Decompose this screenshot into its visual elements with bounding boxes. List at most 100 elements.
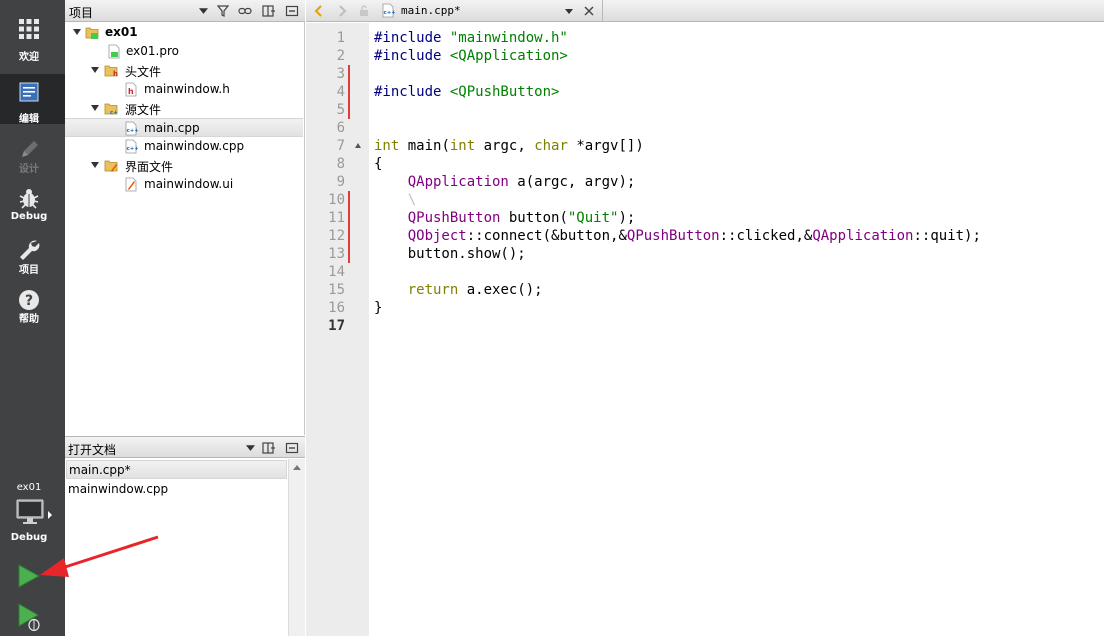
code-line[interactable]: } xyxy=(374,299,382,317)
editor-gutter[interactable]: 1 2 3 4 5 6 7 8 9 10 11 12 13 14 15 16 17 xyxy=(306,23,369,636)
svg-text:c++: c++ xyxy=(127,128,139,134)
mode-label: 设计 xyxy=(19,164,39,175)
open-documents-scrollbar[interactable] xyxy=(288,459,305,636)
mode-label: 欢迎 xyxy=(19,52,39,63)
change-marker xyxy=(348,227,350,245)
view-dropdown-arrow-icon[interactable] xyxy=(199,8,208,14)
mode-label: Debug xyxy=(10,211,48,222)
tree-item-header-file[interactable]: h mainwindow.h xyxy=(65,80,303,99)
grid-icon xyxy=(19,19,39,39)
line-number: 10 xyxy=(328,192,345,208)
code-line[interactable]: button.show(); xyxy=(374,245,526,263)
code-token: { xyxy=(374,156,383,172)
mode-label: 帮助 xyxy=(19,314,39,325)
mode-welcome[interactable]: 欢迎 xyxy=(0,11,65,63)
tree-item-headers[interactable]: h 头文件 xyxy=(65,61,303,80)
expanded-arrow-icon[interactable] xyxy=(73,29,81,35)
code-line[interactable]: QPushButton button("Quit"); xyxy=(374,209,636,227)
expanded-arrow-icon[interactable] xyxy=(91,105,99,111)
code-token: button( xyxy=(500,210,568,226)
scroll-up-arrow-icon[interactable] xyxy=(293,465,301,470)
mode-help[interactable]: ? 帮助 xyxy=(0,282,65,332)
kit-project-name: ex01 xyxy=(16,482,42,493)
open-documents-list: main.cpp* mainwindow.cpp xyxy=(65,459,305,636)
open-documents-title[interactable]: 打开文档 xyxy=(68,441,116,458)
tree-item-ui-file[interactable]: mainwindow.ui xyxy=(65,175,303,194)
tree-item-pro-file[interactable]: ex01.pro xyxy=(65,42,303,61)
expanded-arrow-icon[interactable] xyxy=(91,162,99,168)
tree-item-sources[interactable]: c++ 源文件 xyxy=(65,99,303,118)
change-marker xyxy=(348,101,350,119)
mode-edit[interactable]: 编辑 xyxy=(0,74,65,125)
code-line[interactable]: #include "mainwindow.h" xyxy=(374,29,568,47)
code-editor[interactable]: #include "mainwindow.h" #include <QApplic… xyxy=(369,23,1104,636)
line-number: 4 xyxy=(336,84,345,100)
view-dropdown-arrow-icon[interactable] xyxy=(246,445,255,451)
close-pane-icon[interactable] xyxy=(285,4,299,18)
change-marker xyxy=(348,209,350,227)
fold-toggle-icon[interactable] xyxy=(355,143,361,148)
split-pane-icon[interactable] xyxy=(262,4,276,18)
tree-item-label: ex01.pro xyxy=(126,44,179,58)
code-line[interactable]: QObject::connect(&button,&QPushButton::c… xyxy=(374,227,981,245)
line-number: 14 xyxy=(328,264,345,280)
line-number: 6 xyxy=(336,120,345,136)
tree-item-project[interactable]: ex01 xyxy=(65,23,303,42)
kit-selector-arrow-icon[interactable] xyxy=(48,511,52,519)
svg-text:h: h xyxy=(128,87,134,96)
monitor-icon[interactable] xyxy=(15,499,45,525)
code-token: #include xyxy=(374,48,450,64)
code-token: \ xyxy=(407,192,417,208)
svg-text:?: ? xyxy=(25,293,33,309)
help-icon: ? xyxy=(19,290,39,310)
split-pane-icon[interactable] xyxy=(262,441,276,455)
svg-text:c++: c++ xyxy=(384,10,396,16)
tree-item-forms[interactable]: 界面文件 xyxy=(65,156,303,175)
toolbar-divider xyxy=(602,0,603,22)
code-line[interactable]: int main(int argc, char *argv[]) xyxy=(374,137,644,155)
run-button[interactable] xyxy=(16,564,40,588)
link-with-editor-icon[interactable] xyxy=(238,4,252,18)
close-document-icon[interactable] xyxy=(582,4,596,18)
wrench-icon xyxy=(20,240,40,260)
editor-toolbar: c++ main.cpp* xyxy=(306,0,1104,22)
mode-design[interactable]: 设计 xyxy=(0,132,65,182)
tree-item-label: mainwindow.h xyxy=(144,82,230,96)
close-pane-icon[interactable] xyxy=(285,441,299,455)
code-token: ::clicked,& xyxy=(719,228,813,244)
code-line[interactable]: { xyxy=(374,155,382,173)
code-token: QPushButton xyxy=(626,228,720,244)
chevron-down-icon[interactable] xyxy=(565,9,573,14)
open-document-item[interactable]: mainwindow.cpp xyxy=(66,480,287,499)
lock-icon[interactable] xyxy=(357,4,371,18)
go-forward-icon[interactable] xyxy=(335,4,349,18)
cpp-file-icon: c++ xyxy=(125,121,139,136)
code-line[interactable]: \ xyxy=(374,191,416,209)
line-number: 1 xyxy=(336,30,345,46)
expanded-arrow-icon[interactable] xyxy=(91,67,99,73)
go-back-icon[interactable] xyxy=(312,4,326,18)
open-documents-header: 打开文档 xyxy=(65,436,305,458)
projects-view-selector[interactable]: 项目 xyxy=(69,4,93,21)
code-line[interactable]: QApplication a(argc, argv); xyxy=(374,173,636,191)
code-token: ); xyxy=(618,210,636,226)
code-token: #include xyxy=(374,30,450,46)
start-debugging-button[interactable] xyxy=(16,603,42,631)
line-number: 5 xyxy=(336,102,345,118)
open-file-combobox[interactable]: c++ main.cpp* xyxy=(379,0,579,22)
line-number: 15 xyxy=(328,282,345,298)
code-line[interactable]: return a.exec(); xyxy=(374,281,543,299)
sources-folder-icon: c++ xyxy=(104,103,118,116)
mode-debug[interactable]: Debug xyxy=(0,180,65,230)
line-number: 9 xyxy=(336,174,345,190)
change-marker xyxy=(348,65,350,83)
code-line[interactable]: #include <QApplication> xyxy=(374,47,568,65)
tree-item-cpp-file-selected[interactable]: c++ main.cpp xyxy=(65,118,303,137)
filter-icon[interactable] xyxy=(217,4,231,18)
mode-projects[interactable]: 项目 xyxy=(0,232,65,282)
code-line[interactable]: #include <QPushButton> xyxy=(374,83,559,101)
tree-item-cpp-file[interactable]: c++ mainwindow.cpp xyxy=(65,137,303,156)
open-document-item-selected[interactable]: main.cpp* xyxy=(66,460,287,479)
